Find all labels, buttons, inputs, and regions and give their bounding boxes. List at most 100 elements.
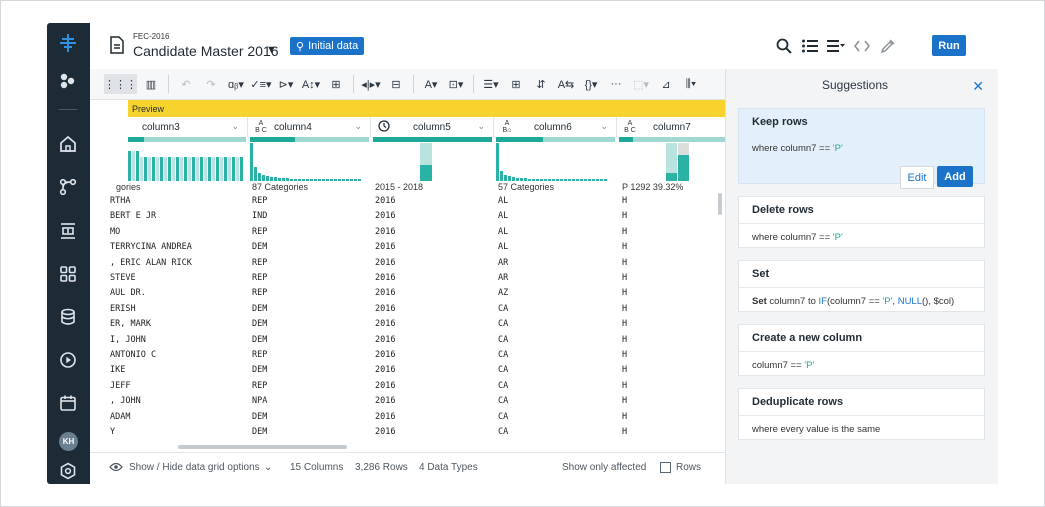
chevron-down-icon[interactable]: ⌄ xyxy=(264,462,272,473)
table-row[interactable]: ANTONIO C REP 2016 CA H xyxy=(104,348,725,363)
suggestion-text: (), $col) xyxy=(922,296,955,307)
more-icon[interactable]: ··· xyxy=(605,74,627,94)
table-row[interactable]: TERRYCINA ANDREA DEM 2016 AL H xyxy=(104,240,725,255)
run-button[interactable]: Run xyxy=(932,35,966,56)
recipe-menu-icon[interactable] xyxy=(827,37,845,55)
clock-icon xyxy=(377,120,391,134)
workflow-icon[interactable] xyxy=(57,176,79,198)
avatar[interactable]: KH xyxy=(59,432,78,451)
suggestion-deduplicate[interactable]: Deduplicate rows where every value is th… xyxy=(738,388,985,440)
link-icon: ⚲ xyxy=(296,40,305,53)
table-row[interactable]: MO REP 2016 AL H xyxy=(104,225,725,240)
vertical-scrollbar[interactable] xyxy=(718,193,722,215)
jobs-icon[interactable] xyxy=(57,220,79,242)
suggestion-value: 'P' xyxy=(832,232,843,243)
search-icon[interactable] xyxy=(775,37,793,55)
table-row[interactable]: BERT E JR IND 2016 AL H xyxy=(104,209,725,224)
column5-histogram xyxy=(373,143,492,181)
horizontal-scrollbar[interactable] xyxy=(178,445,347,449)
run-history-icon[interactable] xyxy=(57,349,79,371)
table-row[interactable]: ER, MARK DEM 2016 CA H xyxy=(104,317,725,332)
unpivot-icon[interactable]: ⇵ xyxy=(530,74,552,94)
page-title[interactable]: Candidate Master 2016 xyxy=(133,43,279,59)
flows-icon[interactable] xyxy=(57,70,79,92)
toolbar-divider xyxy=(473,75,474,93)
undo-icon[interactable]: ↶ xyxy=(175,74,197,94)
grid-options-toggle[interactable]: Show / Hide data grid options xyxy=(129,462,260,473)
home-icon[interactable] xyxy=(57,133,79,155)
histogram-bar xyxy=(500,171,503,181)
histogram-bar xyxy=(286,178,289,181)
suggestion-delete-rows[interactable]: Delete rows where column7 == 'P' xyxy=(738,196,985,248)
database-icon[interactable] xyxy=(57,306,79,328)
chevron-down-icon[interactable]: ⌄ xyxy=(477,121,485,132)
split-column-icon[interactable]: ◂|▸▾ xyxy=(360,74,382,94)
table-row[interactable]: I, JOHN DEM 2016 CA H xyxy=(104,333,725,348)
sort-icon[interactable]: A↕▾ xyxy=(300,74,322,94)
settings-hex-icon[interactable] xyxy=(57,460,79,482)
initial-data-badge[interactable]: ⚲ Initial data xyxy=(290,37,365,55)
table-row[interactable]: STEVE REP 2016 AR H xyxy=(104,271,725,286)
grid-view-icon[interactable]: ⋮⋮⋮ xyxy=(104,74,137,94)
merge-icon[interactable]: ⊟ xyxy=(385,74,407,94)
chevron-down-icon[interactable]: ⌄ xyxy=(354,121,362,132)
pivot-icon[interactable]: ⊞ xyxy=(505,74,527,94)
app-logo-icon[interactable] xyxy=(57,32,79,54)
chevron-down-icon[interactable]: ⌄ xyxy=(600,121,608,132)
add-button[interactable]: Add xyxy=(937,166,973,187)
pipette-icon[interactable] xyxy=(879,37,897,55)
macro-icon[interactable]: ⊿ xyxy=(655,74,677,94)
code-icon[interactable] xyxy=(853,37,871,55)
schedule-icon[interactable] xyxy=(57,392,79,414)
suggestion-set[interactable]: Set Set column7 to IF(column7 == 'P', NU… xyxy=(738,260,985,312)
rows-checkbox[interactable] xyxy=(660,462,671,473)
column-name: column3 xyxy=(142,121,180,133)
table-cell: CA xyxy=(498,365,509,376)
redo-icon[interactable]: ↷ xyxy=(200,74,222,94)
chevron-down-icon[interactable]: ▼ xyxy=(266,44,277,56)
math-icon[interactable]: ⊡▾ xyxy=(445,74,467,94)
filter-rows-icon[interactable]: ⊳▾ xyxy=(275,74,297,94)
edit-button[interactable]: Edit xyxy=(900,166,934,189)
table-cell: CA xyxy=(498,303,509,314)
column-header-column6[interactable]: A B⌂ column6 ⌄ xyxy=(494,117,617,137)
column-header-column5[interactable]: column5 ⌄ xyxy=(371,117,494,137)
toolbar-divider xyxy=(413,75,414,93)
table-row[interactable]: IKE DEM 2016 CA H xyxy=(104,363,725,378)
table-row[interactable]: , ERIC ALAN RICK REP 2016 AR H xyxy=(104,256,725,271)
nested-icon[interactable]: {}▾ xyxy=(580,74,602,94)
column-header-column3[interactable]: column3 ⌄ xyxy=(128,117,248,137)
validate-icon[interactable]: ✓≡▾ xyxy=(250,74,272,94)
table-row[interactable]: , JOHN NPA 2016 CA H xyxy=(104,394,725,409)
join-icon[interactable]: A⇆ xyxy=(555,74,577,94)
table-row[interactable]: JEFF REP 2016 CA H xyxy=(104,379,725,394)
rail-divider xyxy=(59,109,77,110)
column-header-column4[interactable]: AB C column4 ⌄ xyxy=(248,117,371,137)
selection-icon[interactable]: ⬚▾ xyxy=(630,74,652,94)
column-settings-icon[interactable]: ⫼▾ xyxy=(680,74,702,94)
list-icon[interactable] xyxy=(801,37,819,55)
column-header-column7[interactable]: AB C column7 xyxy=(617,117,725,137)
library-icon[interactable] xyxy=(57,263,79,285)
dedupe-icon[interactable]: ⊞ xyxy=(325,74,347,94)
suggestion-create-column[interactable]: Create a new column column7 == 'P' xyxy=(738,324,985,376)
histogram-bar xyxy=(544,179,547,181)
suggestion-keep-rows[interactable]: Keep rows where column7 == 'P' Edit Add xyxy=(738,108,985,189)
table-row[interactable]: ADAM DEM 2016 CA H xyxy=(104,410,725,425)
text-format-icon[interactable]: A▾ xyxy=(420,74,442,94)
histogram-bar xyxy=(588,179,591,181)
table-row[interactable]: RTHA REP 2016 AL H xyxy=(104,194,725,209)
table-cell: 2016 xyxy=(375,380,396,391)
close-icon[interactable]: ✕ xyxy=(972,78,984,95)
show-affected-label: Show only affected xyxy=(562,462,647,473)
table-cell: 2016 xyxy=(375,211,396,222)
columns-view-icon[interactable]: ▥ xyxy=(140,74,162,94)
replace-icon[interactable]: ɑᵦ▾ xyxy=(225,74,247,94)
table-cell: 2016 xyxy=(375,334,396,345)
restructure-icon[interactable]: ☰▾ xyxy=(480,74,502,94)
table-row[interactable]: AUL DR. REP 2016 AZ H xyxy=(104,286,725,301)
table-row[interactable]: ERISH DEM 2016 CA H xyxy=(104,302,725,317)
chevron-down-icon[interactable]: ⌄ xyxy=(231,121,239,132)
table-row[interactable]: Y DEM 2016 CA H xyxy=(104,425,725,440)
eye-icon[interactable] xyxy=(109,462,123,475)
